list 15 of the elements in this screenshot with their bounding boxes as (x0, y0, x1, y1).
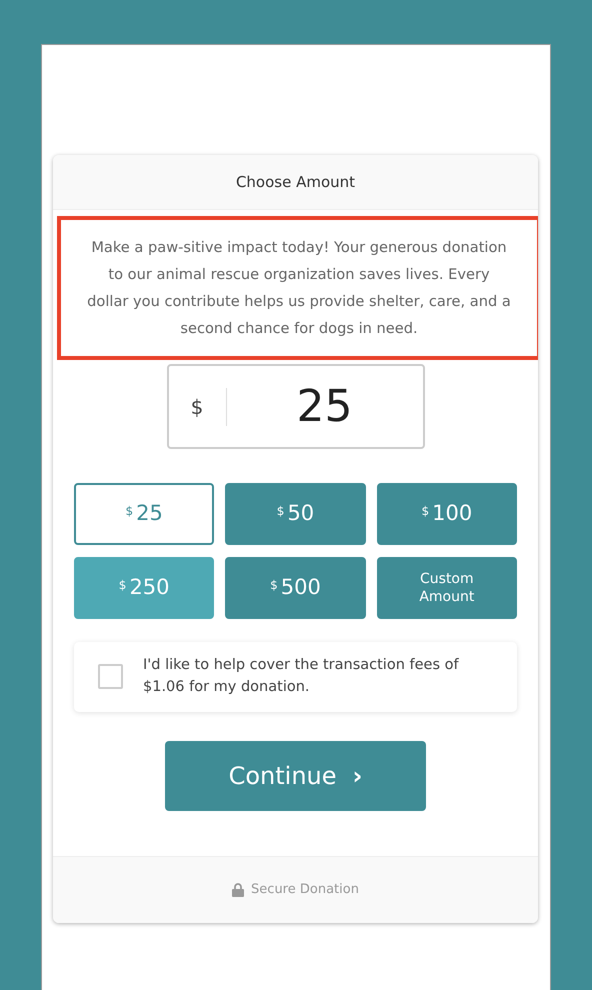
amount-field[interactable]: $ 25 (166, 364, 424, 449)
lock-icon (232, 883, 244, 897)
amount-value: 25 (296, 380, 354, 434)
amount-option[interactable]: $25 (74, 483, 214, 545)
amount-option[interactable]: $100 (376, 483, 517, 545)
description-text: Make a paw-sitive impact today! Your generous donation to our animal rescue organization saves lives. Every dollar you contribute helps us provide shelter, care, and a second chance for dogs in need. (57, 216, 538, 360)
footer-text: Secure Donation (251, 881, 359, 900)
fee-option-label: I'd like to help cover the transaction fees of $1.06 for my donation. (143, 656, 460, 697)
card-title: Choose Amount (236, 172, 356, 193)
amount-option[interactable]: $500 (225, 557, 366, 619)
custom-amount-option[interactable]: Custom Amount (376, 557, 517, 619)
amount-option[interactable]: $50 (225, 483, 366, 545)
continue-button[interactable]: Continue › (165, 741, 426, 811)
amount-option[interactable]: $250 (74, 557, 214, 619)
checkbox[interactable] (98, 664, 123, 688)
